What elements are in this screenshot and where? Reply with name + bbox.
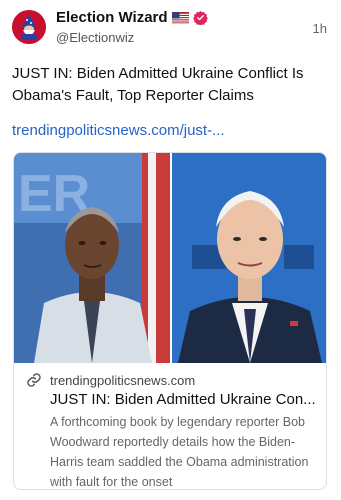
post[interactable]: Election Wizard @Electionwiz 1h JUST IN:… [0,0,341,500]
card-domain: trendingpoliticsnews.com [50,372,196,388]
card-title[interactable]: JUST IN: Biden Admitted Ukraine Con... [50,390,320,410]
us-flag-icon [171,11,189,24]
verified-badge-icon [192,10,208,25]
link-preview-card[interactable]: ER trendingpoliticsnews.com JUST IN: Bid… [13,152,327,490]
card-image-left-portrait: ER [14,153,170,363]
card-description: A forthcoming book by legendary reporter… [50,415,309,489]
card-domain-row: trendingpoliticsnews.com [26,372,195,388]
author-handle[interactable]: @Electionwiz [56,30,134,45]
card-image[interactable]: ER [14,153,326,363]
link-icon [26,372,42,388]
post-timestamp[interactable]: 1h [313,21,327,36]
card-image-right-portrait [172,153,326,363]
post-link[interactable]: trendingpoliticsnews.com/just-... [12,121,225,141]
author-display-name[interactable]: Election Wizard [56,9,168,26]
author-name-row: Election Wizard [56,9,208,26]
post-text: JUST IN: Biden Admitted Ukraine Conflict… [12,65,304,104]
avatar[interactable] [12,10,46,44]
